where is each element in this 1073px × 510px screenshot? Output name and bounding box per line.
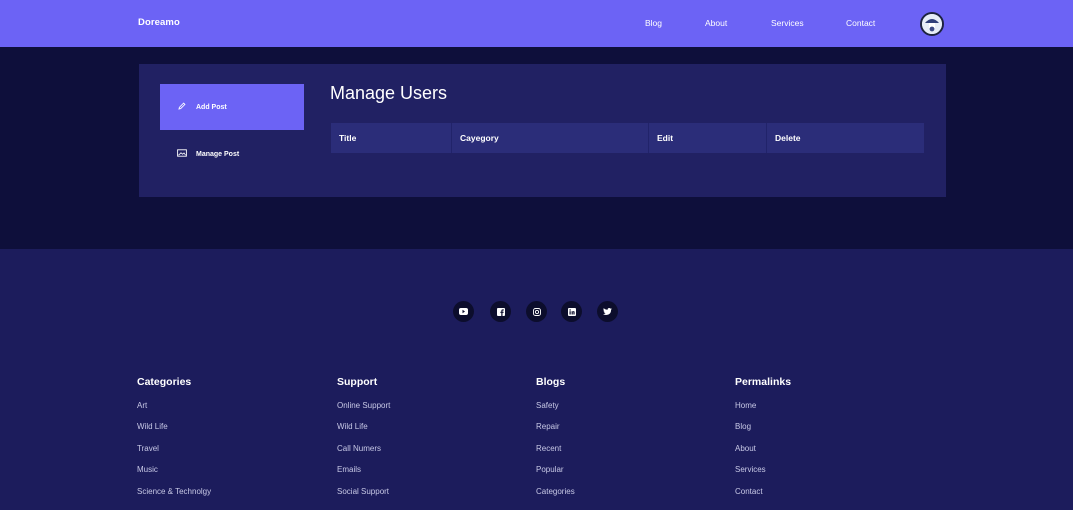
twitter-icon[interactable] <box>597 301 618 322</box>
nav-link-about[interactable]: About <box>705 18 727 28</box>
column-header-title[interactable]: Title <box>331 123 452 153</box>
nav-link-services[interactable]: Services <box>771 18 804 28</box>
footer-link[interactable]: Popular <box>536 465 564 474</box>
nav-link-contact[interactable]: Contact <box>846 18 875 28</box>
footer-link[interactable]: Recent <box>536 444 561 453</box>
user-avatar-icon[interactable] <box>920 12 944 36</box>
page-title: Manage Users <box>330 83 448 103</box>
footer-link[interactable]: Safety <box>536 401 559 410</box>
column-header-edit[interactable]: Edit <box>649 123 767 153</box>
users-table-header: Title Cayegory Edit Delete <box>331 123 924 153</box>
footer-title-categories: Categories <box>137 376 192 388</box>
column-header-category[interactable]: Cayegory <box>452 123 649 153</box>
footer-link[interactable]: Emails <box>337 465 361 474</box>
sidebar-item-add-post[interactable]: Add Post <box>160 84 304 130</box>
footer-link[interactable]: Music <box>137 465 158 474</box>
footer-link[interactable]: Art <box>137 401 147 410</box>
footer-link[interactable]: Home <box>735 401 756 410</box>
footer-link[interactable]: Social Support <box>337 487 389 496</box>
footer-link[interactable]: Repair <box>536 422 560 431</box>
footer-link[interactable]: Contact <box>735 487 763 496</box>
footer-link[interactable]: Online Support <box>337 401 390 410</box>
top-navbar: Doreamo Blog About Services Contact <box>0 0 1073 47</box>
sidebar-item-label: Add Post <box>196 103 227 111</box>
footer-link[interactable]: Blog <box>735 422 751 431</box>
footer-link[interactable]: Categories <box>536 487 575 496</box>
instagram-icon[interactable] <box>526 301 547 322</box>
footer-link[interactable]: Travel <box>137 444 159 453</box>
footer-title-permalinks: Permalinks <box>735 376 792 388</box>
sidebar-item-label: Manage Post <box>196 150 240 158</box>
footer-link[interactable]: Wild Life <box>137 422 168 431</box>
youtube-icon[interactable] <box>453 301 474 322</box>
image-icon <box>176 149 188 159</box>
footer-link[interactable]: Science & Technolgy <box>137 487 211 496</box>
footer-link[interactable]: About <box>735 444 756 453</box>
pencil-icon <box>176 102 188 112</box>
linkedin-icon[interactable] <box>561 301 582 322</box>
column-header-delete[interactable]: Delete <box>767 123 924 153</box>
nav-link-blog[interactable]: Blog <box>645 18 662 28</box>
sidebar-item-manage-post[interactable]: Manage Post <box>160 131 304 177</box>
footer-title-support: Support <box>337 376 378 388</box>
footer-link[interactable]: Services <box>735 465 766 474</box>
footer-title-blogs: Blogs <box>536 376 566 388</box>
brand-logo[interactable]: Doreamo <box>138 17 180 28</box>
footer-link[interactable]: Wild Life <box>337 422 368 431</box>
footer-link[interactable]: Call Numers <box>337 444 381 453</box>
facebook-icon[interactable] <box>490 301 511 322</box>
